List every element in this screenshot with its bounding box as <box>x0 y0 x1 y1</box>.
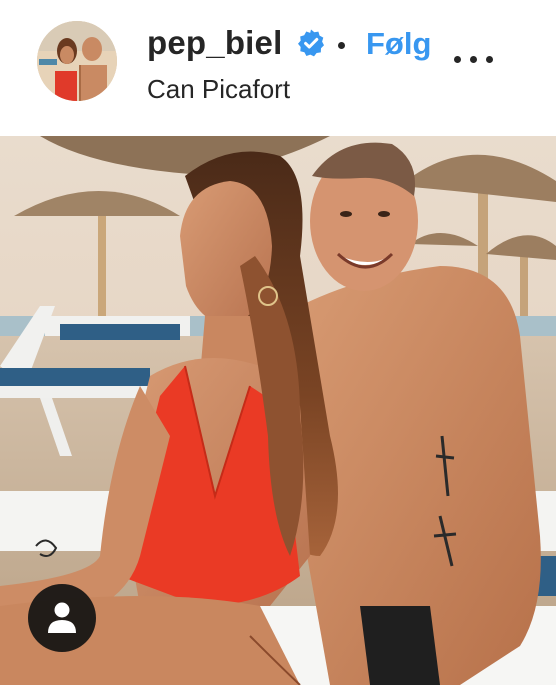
more-options-icon[interactable] <box>452 52 496 68</box>
profile-avatar[interactable] <box>37 21 117 101</box>
separator-dot <box>338 42 345 49</box>
user-tag-icon[interactable] <box>28 584 96 652</box>
follow-button[interactable]: Følg <box>366 26 431 62</box>
post-header: pep_biel Følg Can Picafort <box>0 0 556 136</box>
username-link[interactable]: pep_biel <box>147 24 282 62</box>
location-link[interactable]: Can Picafort <box>147 74 290 105</box>
verified-badge-icon <box>298 29 324 57</box>
